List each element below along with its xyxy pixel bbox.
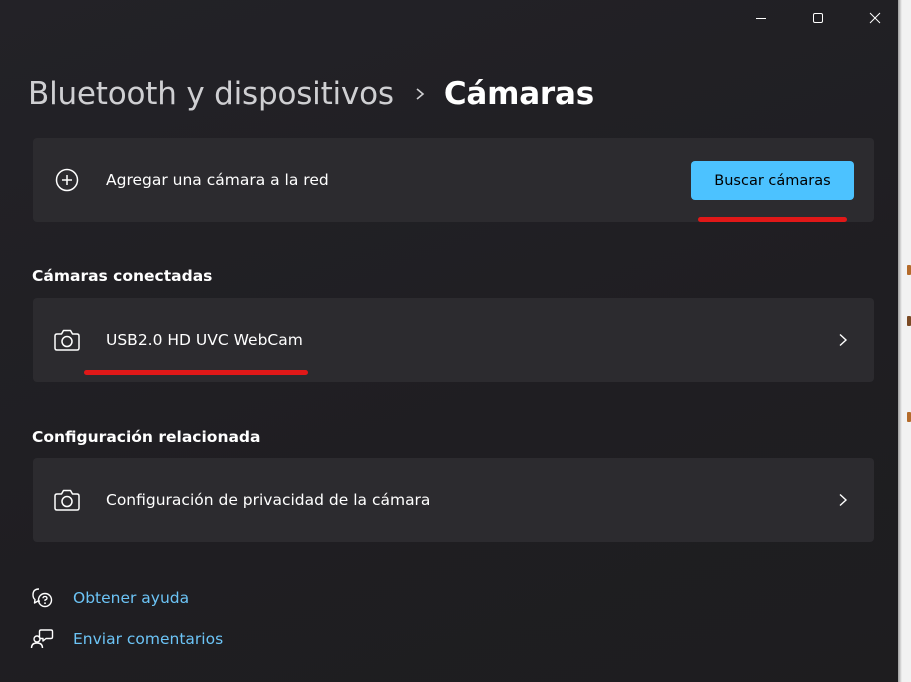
camera-icon <box>53 486 81 514</box>
help-chat-icon <box>30 586 54 610</box>
chevron-right-icon <box>836 333 850 347</box>
background-mark <box>907 265 911 275</box>
annotation-underline-camera <box>84 370 308 375</box>
close-button[interactable] <box>847 0 903 36</box>
add-camera-card: Agregar una cámara a la red Buscar cámar… <box>33 138 874 222</box>
annotation-underline-button <box>698 217 847 222</box>
background-mark <box>907 412 911 422</box>
breadcrumb-parent-link[interactable]: Bluetooth y dispositivos <box>28 76 394 112</box>
maximize-icon <box>813 13 823 23</box>
privacy-settings-label: Configuración de privacidad de la cámara <box>106 491 431 509</box>
search-cameras-button[interactable]: Buscar cámaras <box>691 161 854 200</box>
close-icon <box>869 12 881 24</box>
background-window-strip <box>898 0 911 682</box>
related-settings-heading: Configuración relacionada <box>32 428 261 446</box>
add-camera-label: Agregar una cámara a la red <box>106 171 329 189</box>
settings-window: Bluetooth y dispositivos Cámaras Agregar… <box>0 0 898 682</box>
send-feedback-text: Enviar comentarios <box>73 630 224 648</box>
camera-name: USB2.0 HD UVC WebCam <box>106 331 303 349</box>
add-circle-icon <box>53 166 81 194</box>
camera-icon <box>53 326 81 354</box>
connected-cameras-heading: Cámaras conectadas <box>32 267 213 285</box>
window-shadow <box>898 0 902 682</box>
get-help-link[interactable]: Obtener ayuda <box>30 586 189 610</box>
send-feedback-link[interactable]: Enviar comentarios <box>30 627 223 651</box>
chevron-right-icon <box>414 87 426 101</box>
maximize-button[interactable] <box>790 0 846 36</box>
page-title: Cámaras <box>443 76 594 112</box>
minimize-button[interactable] <box>733 0 789 36</box>
background-mark <box>907 316 911 326</box>
feedback-icon <box>30 627 54 651</box>
minimize-icon <box>756 18 766 19</box>
get-help-text: Obtener ayuda <box>73 589 190 607</box>
breadcrumb: Bluetooth y dispositivos Cámaras <box>28 70 594 118</box>
camera-privacy-settings-item[interactable]: Configuración de privacidad de la cámara <box>33 458 874 542</box>
chevron-right-icon <box>836 493 850 507</box>
